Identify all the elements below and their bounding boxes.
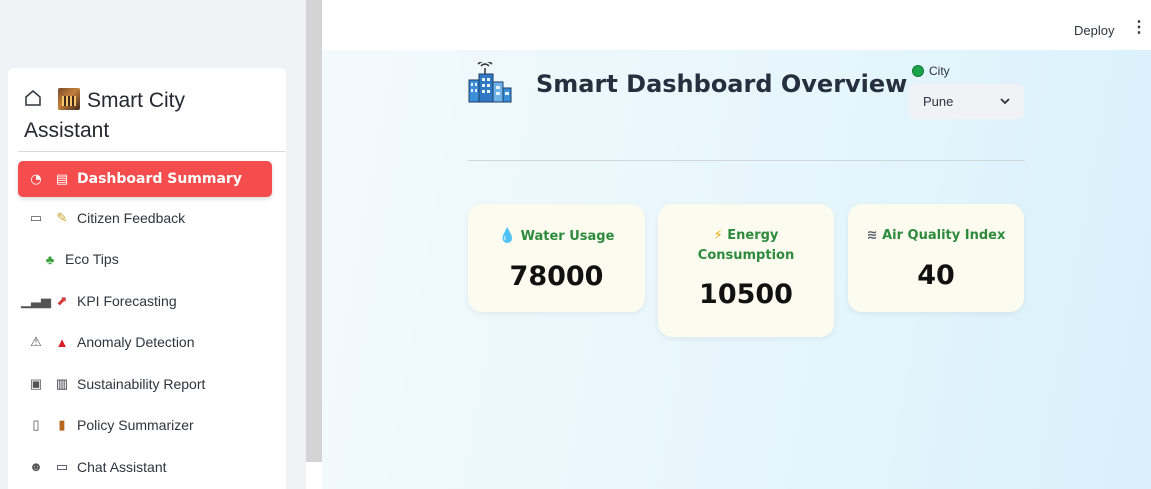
sidebar-item-anomaly-detection[interactable]: ⚠ ▲ Anomaly Detection bbox=[18, 322, 272, 364]
report-icon: ▣ bbox=[29, 375, 43, 391]
green-circle-icon bbox=[912, 65, 924, 77]
comment-icon: ▭ bbox=[29, 209, 43, 225]
seedling-icon: ♣ bbox=[45, 251, 55, 267]
sidebar-title: Smart City Assistant bbox=[24, 86, 274, 146]
lightning-icon: ⚡ bbox=[713, 228, 723, 243]
sidebar-item-eco-tips[interactable]: ♣ Eco Tips bbox=[18, 239, 272, 281]
notepad-icon: ▥ bbox=[55, 375, 69, 391]
home-icon[interactable] bbox=[24, 86, 46, 116]
chart-up-icon: ⬈ bbox=[56, 292, 68, 308]
sidebar-item-label: Anomaly Detection bbox=[77, 334, 195, 351]
speech-bubble-icon: ▭ bbox=[55, 458, 69, 474]
chevron-down-icon bbox=[1000, 96, 1010, 108]
sidebar-item-label: Citizen Feedback bbox=[77, 209, 186, 226]
alarm-light-icon: ▲ bbox=[55, 334, 69, 350]
sidebar-item-kpi-forecasting[interactable]: ▁▃▅ ⬈ KPI Forecasting bbox=[18, 280, 272, 322]
sidebar-divider bbox=[18, 151, 286, 152]
city-select-value: Pune bbox=[923, 94, 954, 109]
energy-consumption-value: 10500 bbox=[699, 279, 793, 310]
sidebar-title-line1: Smart City bbox=[87, 89, 186, 112]
city-select-label: City bbox=[912, 64, 950, 78]
clipboard-icon: ▤ bbox=[55, 171, 69, 187]
city-antenna-icon bbox=[467, 60, 513, 104]
water-usage-label: 💧 Water Usage bbox=[468, 226, 645, 247]
deploy-button[interactable]: Deploy bbox=[1074, 23, 1114, 38]
warning-icon: ⚠ bbox=[30, 334, 42, 350]
kebab-menu-icon[interactable]: ⋮ bbox=[1131, 20, 1147, 36]
sidebar-scrollbar[interactable] bbox=[306, 0, 322, 462]
water-usage-value: 78000 bbox=[509, 261, 604, 292]
page-title: Smart Dashboard Overview bbox=[536, 70, 908, 98]
city-label-text: City bbox=[929, 64, 950, 78]
energy-consumption-card: ⚡ Energy Consumption 10500 bbox=[658, 204, 834, 337]
energy-consumption-label-text: Energy Consumption bbox=[697, 228, 795, 263]
air-quality-value: 40 bbox=[917, 260, 955, 291]
sidebar-title-line2: Assistant bbox=[24, 119, 110, 143]
sidebar-item-label: Chat Assistant bbox=[77, 458, 167, 475]
sidebar-item-dashboard-summary[interactable]: ◔ ▤ Dashboard Summary bbox=[18, 161, 272, 197]
sidebar-item-label: Eco Tips bbox=[65, 251, 119, 268]
sidebar-item-citizen-feedback[interactable]: ▭ ✎ Citizen Feedback bbox=[18, 197, 272, 239]
sidebar-item-label: Policy Summarizer bbox=[77, 417, 194, 434]
wind-icon: ≋ bbox=[866, 228, 878, 243]
sidebar-item-label: KPI Forecasting bbox=[77, 292, 177, 309]
sidebar-item-policy-summarizer[interactable]: ▯ ▮ Policy Summarizer bbox=[18, 405, 272, 447]
water-usage-card: 💧 Water Usage 78000 bbox=[468, 204, 645, 312]
robot-icon: ☻ bbox=[29, 459, 43, 475]
droplet-icon: 💧 bbox=[498, 228, 517, 244]
sidebar-item-label: Sustainability Report bbox=[77, 375, 206, 392]
bar-chart-icon: ▁▃▅ bbox=[21, 292, 51, 308]
document-icon: ▯ bbox=[32, 417, 40, 433]
memo-icon: ✎ bbox=[56, 209, 68, 225]
cityscape-icon bbox=[58, 88, 80, 110]
sidebar-item-chat-assistant[interactable]: ☻ ▭ Chat Assistant bbox=[18, 446, 272, 488]
divider bbox=[468, 160, 1025, 161]
air-quality-label: ≋ Air Quality Index bbox=[848, 226, 1024, 246]
sidebar-item-label: Dashboard Summary bbox=[77, 171, 242, 187]
sidebar-nav: ◔ ▤ Dashboard Summary ▭ ✎ Citizen Feedba… bbox=[18, 161, 272, 488]
gauge-icon: ◔ bbox=[30, 171, 42, 187]
air-quality-label-text: Air Quality Index bbox=[882, 228, 1006, 243]
air-quality-card: ≋ Air Quality Index 40 bbox=[848, 204, 1024, 312]
scroll-icon: ▮ bbox=[58, 417, 66, 433]
city-select[interactable]: Pune bbox=[909, 84, 1024, 119]
sidebar-item-sustainability-report[interactable]: ▣ ▥ Sustainability Report bbox=[18, 363, 272, 405]
water-usage-label-text: Water Usage bbox=[520, 229, 615, 244]
energy-consumption-label: ⚡ Energy Consumption bbox=[658, 226, 834, 266]
